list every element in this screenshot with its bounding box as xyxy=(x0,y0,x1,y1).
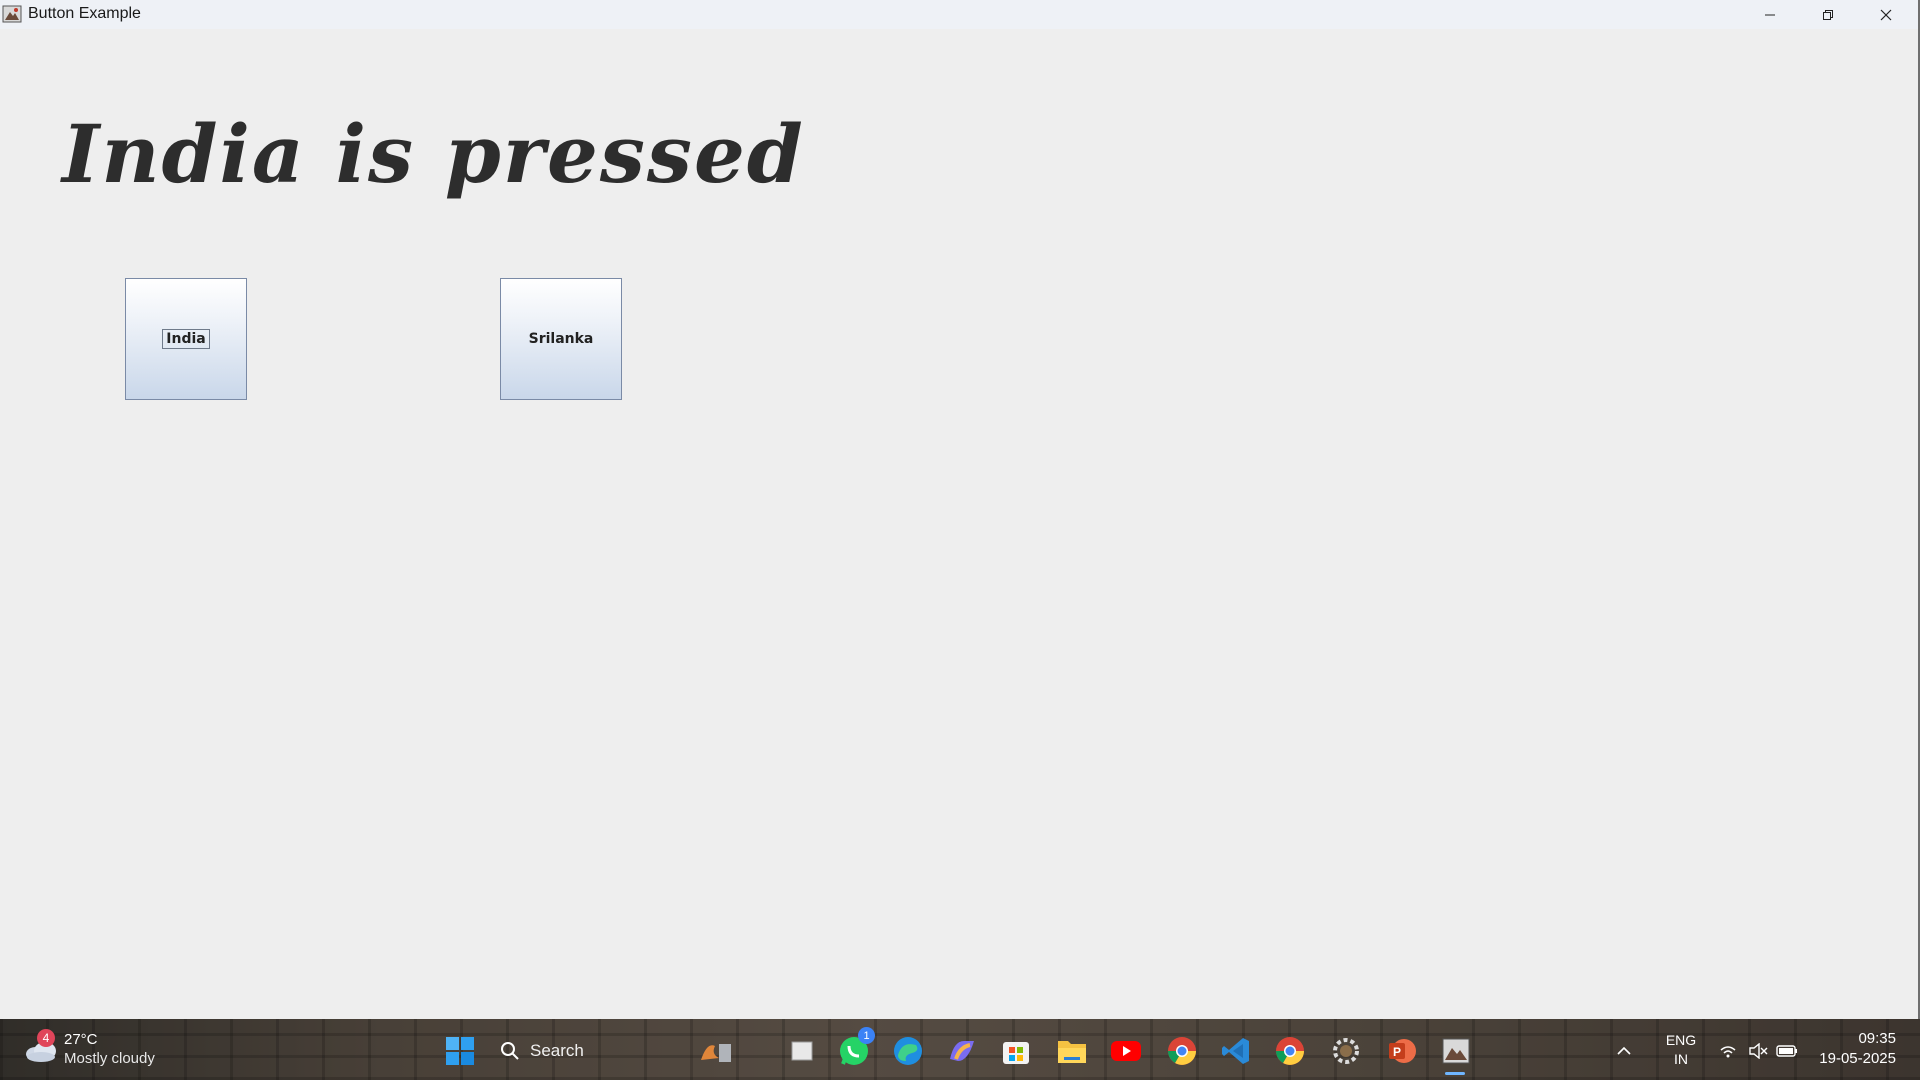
vscode-icon xyxy=(1222,1038,1249,1064)
region-code: IN xyxy=(1674,1051,1688,1067)
battery-button[interactable] xyxy=(1774,1031,1800,1071)
chevron-up-icon xyxy=(1617,1046,1631,1055)
java-app-icon xyxy=(1442,1038,1470,1064)
chrome-icon xyxy=(1168,1037,1196,1065)
weather-temperature: 27°C xyxy=(64,1031,98,1048)
language-code: ENG xyxy=(1665,1032,1697,1048)
microsoft-store-button[interactable] xyxy=(996,1031,1036,1071)
weather-widget[interactable]: 4 27°C Mostly cloudy xyxy=(24,1029,184,1071)
svg-text:P: P xyxy=(1393,1045,1401,1059)
vscode-button[interactable] xyxy=(1216,1031,1256,1071)
content-pane: India is pressed India Srilanka xyxy=(0,29,1918,1019)
india-button-label: India xyxy=(162,329,210,349)
app-window: Button Example India is pressed India Sr… xyxy=(0,0,1920,1019)
whatsapp-badge: 1 xyxy=(858,1027,875,1044)
powerpoint-icon: P xyxy=(1389,1039,1416,1063)
file-explorer-button[interactable] xyxy=(1052,1031,1092,1071)
volume-muted-icon xyxy=(1749,1043,1768,1059)
network-button[interactable] xyxy=(1716,1031,1740,1071)
status-label: India is pressed xyxy=(62,107,805,201)
start-button[interactable] xyxy=(440,1031,480,1071)
taskbar-search[interactable]: Search xyxy=(500,1033,690,1069)
copilot-icon xyxy=(950,1041,974,1061)
minimize-button[interactable] xyxy=(1741,0,1799,29)
settings-icon xyxy=(1333,1038,1359,1064)
close-icon xyxy=(1880,9,1892,20)
whatsapp-button[interactable]: 1 xyxy=(834,1027,875,1071)
clock-time: 09:35 xyxy=(1858,1030,1896,1047)
clock-date: 19-05-2025 xyxy=(1819,1050,1896,1067)
language-indicator[interactable]: ENG IN xyxy=(1663,1031,1699,1069)
chrome-profile-icon xyxy=(1276,1037,1304,1065)
files-app-button[interactable] xyxy=(696,1031,736,1071)
weather-alert-badge: 4 xyxy=(37,1029,55,1047)
windows-start-icon xyxy=(446,1037,474,1065)
title-bar[interactable]: Button Example xyxy=(0,0,1918,29)
microsoft-store-icon xyxy=(1003,1042,1029,1064)
restore-icon xyxy=(1823,9,1833,20)
youtube-icon xyxy=(1111,1041,1141,1061)
close-button[interactable] xyxy=(1857,0,1915,29)
powerpoint-button[interactable]: P xyxy=(1382,1031,1422,1071)
active-app-indicator xyxy=(1445,1072,1465,1075)
file-explorer-icon xyxy=(1058,1041,1086,1063)
task-view-icon xyxy=(791,1041,813,1061)
srilanka-button-label: Srilanka xyxy=(528,331,594,347)
wifi-icon xyxy=(1720,1046,1736,1058)
copilot-button[interactable] xyxy=(942,1031,982,1071)
show-hidden-icons-button[interactable] xyxy=(1612,1031,1636,1071)
edge-icon xyxy=(894,1037,922,1065)
chrome-profile-button[interactable] xyxy=(1270,1031,1310,1071)
srilanka-button[interactable]: Srilanka xyxy=(500,278,622,400)
weather-description: Mostly cloudy xyxy=(64,1050,155,1067)
minimize-icon xyxy=(1765,14,1775,15)
task-view-button[interactable] xyxy=(782,1031,822,1071)
files-app-icon xyxy=(701,1044,731,1062)
search-placeholder: Search xyxy=(530,1041,584,1060)
search-icon xyxy=(501,1042,519,1060)
battery-icon xyxy=(1776,1045,1797,1057)
java-app-icon xyxy=(2,5,22,23)
restore-button[interactable] xyxy=(1799,0,1857,29)
india-button[interactable]: India xyxy=(125,278,247,400)
settings-button[interactable] xyxy=(1326,1031,1366,1071)
youtube-button[interactable] xyxy=(1106,1031,1146,1071)
window-title: Button Example xyxy=(28,5,141,22)
java-app-button[interactable] xyxy=(1436,1031,1476,1071)
volume-button[interactable] xyxy=(1746,1031,1770,1071)
taskbar: 4 27°C Mostly cloudy Search 1 P ENG IN 0… xyxy=(0,1019,1920,1080)
edge-button[interactable] xyxy=(888,1031,928,1071)
system-clock[interactable]: 09:35 19-05-2025 xyxy=(1812,1029,1896,1069)
chrome-button[interactable] xyxy=(1162,1031,1202,1071)
